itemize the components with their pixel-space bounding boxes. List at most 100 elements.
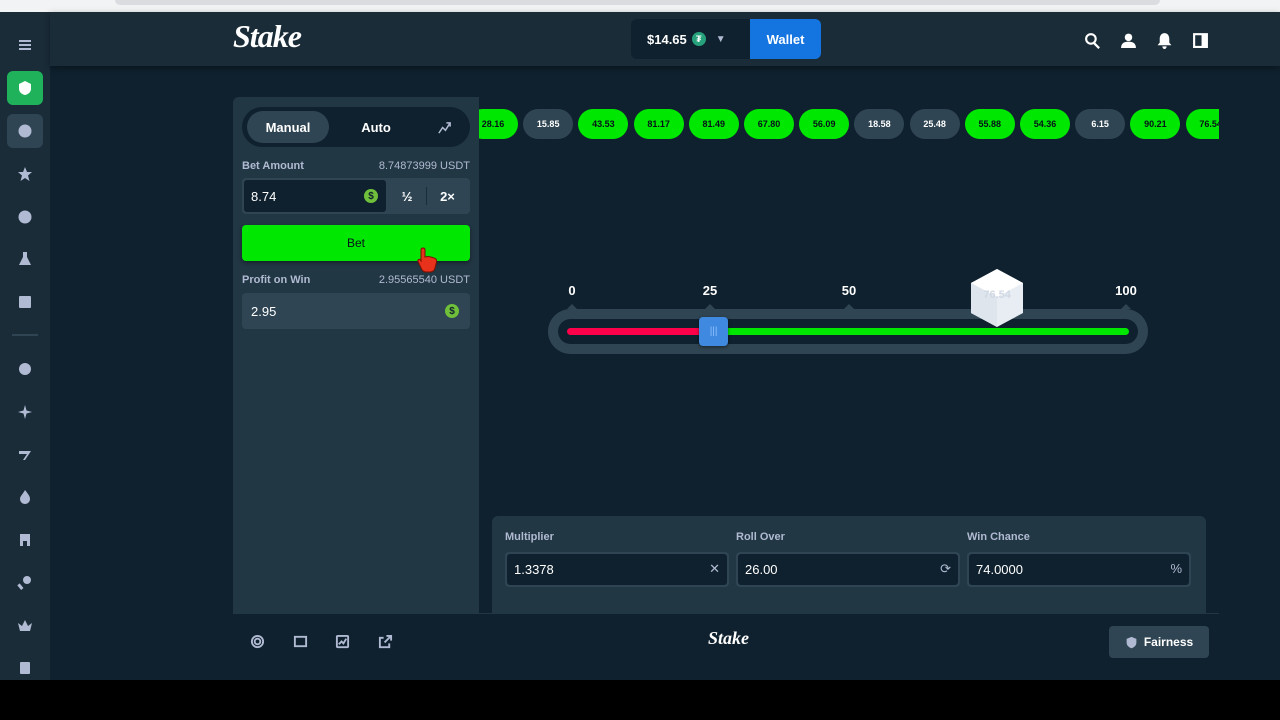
half-button[interactable]: ½ bbox=[388, 178, 426, 214]
result-pill[interactable]: 15.85 bbox=[523, 109, 574, 139]
balance-amount: $14.65 bbox=[647, 31, 687, 47]
trend-icon[interactable] bbox=[427, 111, 461, 143]
slider-track: ||| bbox=[558, 317, 1138, 346]
sparkle-icon[interactable] bbox=[7, 395, 43, 429]
balance-selector[interactable]: $14.65 ₮ ▼ bbox=[631, 19, 750, 59]
left-rail bbox=[0, 12, 50, 680]
win-chance-group: 74.0000 % bbox=[967, 552, 1191, 587]
result-pill[interactable]: 76.54 bbox=[1185, 109, 1219, 139]
game-footer: Stake Fairness bbox=[233, 613, 1219, 666]
slider-handle[interactable]: ||| bbox=[699, 317, 729, 346]
lose-range bbox=[567, 328, 714, 335]
result-pill[interactable]: 56.09 bbox=[799, 109, 850, 139]
roll-slider: ||| bbox=[548, 309, 1148, 354]
close-icon: ✕ bbox=[709, 561, 720, 576]
shield-check-icon bbox=[1126, 636, 1137, 648]
tab-manual[interactable]: Manual bbox=[247, 111, 329, 143]
tab-auto[interactable]: Auto bbox=[339, 111, 413, 143]
mode-tabs: Manual Auto bbox=[242, 107, 470, 147]
popout-icon[interactable] bbox=[376, 632, 394, 650]
win-range bbox=[713, 328, 1129, 335]
search-icon[interactable] bbox=[1082, 30, 1102, 50]
result-pill[interactable]: 28.16 bbox=[479, 109, 518, 139]
hand-cursor-icon bbox=[417, 247, 438, 273]
casino-icon[interactable] bbox=[7, 71, 43, 105]
profit-on-win-field: 2.95 $ bbox=[242, 293, 470, 329]
bell-icon[interactable] bbox=[1154, 30, 1174, 50]
stats-panel: Multiplier 1.3378 ✕ Roll Over 26.00 ⟳ Wi… bbox=[492, 516, 1206, 613]
percent-icon: % bbox=[1170, 561, 1182, 576]
bet-panel: Manual Auto Bet Amount 8.74873999 USDT 8… bbox=[233, 97, 479, 613]
result-pill[interactable]: 25.48 bbox=[909, 109, 960, 139]
crown-icon[interactable] bbox=[7, 609, 43, 643]
win-chance-label: Win Chance bbox=[967, 531, 1030, 543]
stake-dice-page: Stake $14.65 ₮ ▼ Wallet Manual Auto Bet … bbox=[0, 0, 1280, 720]
multiplier-group: 1.3378 ✕ bbox=[505, 552, 729, 587]
fairness-label: Fairness bbox=[1143, 635, 1194, 649]
rail-divider bbox=[12, 334, 38, 336]
result-pill[interactable]: 54.36 bbox=[1020, 109, 1070, 139]
stats-chart-icon[interactable] bbox=[333, 632, 351, 650]
flask-icon[interactable] bbox=[7, 242, 43, 276]
fire-icon[interactable] bbox=[7, 480, 43, 514]
usdt-coin-icon: $ bbox=[364, 189, 378, 203]
game-shows-icon[interactable] bbox=[7, 566, 43, 600]
profit-label-row: Profit on Win 2.95565540 USDT bbox=[242, 274, 470, 286]
star-icon[interactable] bbox=[7, 157, 43, 191]
theatre-mode-icon[interactable] bbox=[291, 632, 309, 650]
dice-result-marker: 76.54 bbox=[968, 267, 1026, 331]
checklist-icon[interactable] bbox=[7, 285, 43, 319]
bet-amount-group: 8.74 $ ½ 2× bbox=[242, 178, 470, 214]
sidebar-toggle-icon[interactable] bbox=[1190, 30, 1210, 50]
bet-amount-label-row: Bet Amount 8.74873999 USDT bbox=[242, 160, 470, 172]
clock-icon[interactable] bbox=[7, 200, 43, 234]
menu-icon[interactable] bbox=[7, 28, 43, 62]
slider-tick-0: 0 bbox=[568, 283, 576, 298]
gift-icon[interactable] bbox=[7, 650, 43, 684]
result-pill[interactable]: 6.15 bbox=[1075, 109, 1126, 139]
bet-amount-input[interactable]: 8.74 $ bbox=[244, 180, 386, 212]
profit-value: 2.95 bbox=[251, 303, 277, 319]
slider-tick-25: 25 bbox=[702, 283, 718, 298]
recent-results: 28.16 15.85 43.53 81.17 81.49 67.80 56.09 18.58… bbox=[479, 109, 1219, 139]
dice-arena: 28.16 15.85 43.53 81.17 81.49 67.80 56.09 18.58… bbox=[479, 97, 1219, 613]
result-pill[interactable]: 18.58 bbox=[854, 109, 905, 139]
user-icon[interactable] bbox=[1118, 30, 1138, 50]
bet-amount-value: 8.74 bbox=[251, 188, 277, 204]
slider-tick-50: 50 bbox=[841, 283, 857, 298]
win-chance-input[interactable]: 74.0000 bbox=[969, 554, 1189, 585]
dice-game: Manual Auto Bet Amount 8.74873999 USDT 8… bbox=[233, 97, 1219, 666]
chevron-down-icon: ▼ bbox=[715, 33, 726, 45]
multiplier-input[interactable]: 1.3378 bbox=[507, 554, 727, 585]
letterbox-bar bbox=[0, 680, 1280, 720]
roll-over-input[interactable]: 26.00 bbox=[738, 554, 958, 585]
refresh-icon[interactable]: ⟳ bbox=[940, 561, 951, 577]
wallet-button[interactable]: Wallet bbox=[750, 19, 821, 59]
profit-value-field: 2.95 $ bbox=[244, 295, 468, 327]
stake-originals-icon[interactable] bbox=[7, 352, 43, 386]
slots-icon[interactable] bbox=[7, 438, 43, 472]
multiplier-label: Multiplier bbox=[505, 531, 554, 543]
bet-amount-usdt: 8.74873999 USDT bbox=[378, 160, 470, 172]
browser-strip bbox=[0, 0, 1280, 12]
result-pill[interactable]: 55.88 bbox=[964, 109, 1015, 139]
result-pill[interactable]: 81.49 bbox=[688, 109, 739, 139]
roll-over-label: Roll Over bbox=[736, 531, 785, 543]
result-pill[interactable]: 67.80 bbox=[744, 109, 794, 139]
usdt-coin-icon: $ bbox=[445, 304, 459, 318]
footer-stake-logo: Stake bbox=[708, 628, 750, 648]
slider-tick-100: 100 bbox=[1115, 283, 1137, 298]
result-pill[interactable]: 43.53 bbox=[578, 109, 629, 139]
result-pill[interactable]: 90.21 bbox=[1130, 109, 1181, 139]
live-casino-icon[interactable] bbox=[7, 523, 43, 557]
settings-icon[interactable] bbox=[248, 632, 266, 650]
double-button[interactable]: 2× bbox=[427, 178, 468, 214]
profit-usdt: 2.95565540 USDT bbox=[378, 274, 470, 286]
fairness-button[interactable]: Fairness bbox=[1109, 626, 1209, 658]
top-header: Stake $14.65 ₮ ▼ Wallet bbox=[50, 12, 1280, 66]
sports-icon[interactable] bbox=[7, 114, 43, 148]
result-pill[interactable]: 81.17 bbox=[633, 109, 684, 139]
tether-coin-icon: ₮ bbox=[691, 32, 706, 46]
stake-logo[interactable]: Stake bbox=[233, 18, 302, 55]
dice-result-value: 76.54 bbox=[983, 289, 1011, 301]
